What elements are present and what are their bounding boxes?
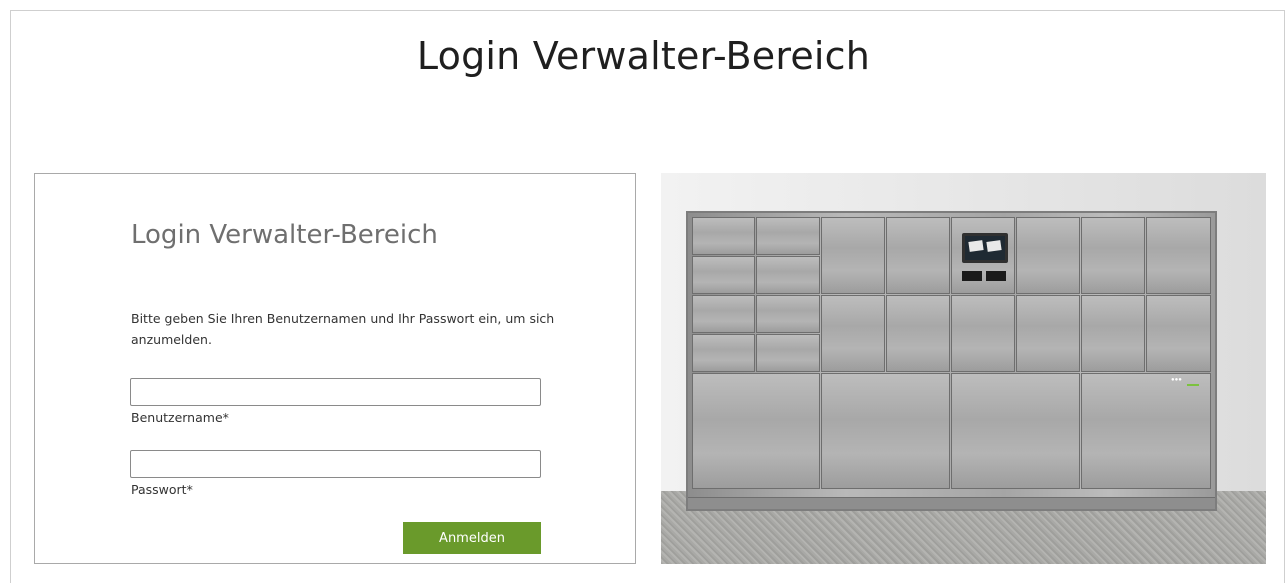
locker-door	[951, 295, 1015, 372]
brand-logo: ●●●	[1171, 377, 1201, 386]
locker-door	[1081, 295, 1145, 372]
locker-door	[1146, 295, 1211, 372]
locker-door	[821, 295, 885, 372]
locker-base	[688, 497, 1215, 509]
locker-door	[692, 334, 755, 372]
password-input[interactable]	[130, 450, 541, 478]
login-button[interactable]: Anmelden	[403, 522, 541, 554]
locker-door	[692, 295, 755, 333]
locker-door	[1016, 217, 1080, 294]
locker-door	[951, 373, 1080, 489]
locker-door	[1016, 295, 1080, 372]
username-label: Benutzername*	[131, 410, 229, 425]
page-title: Login Verwalter-Bereich	[416, 34, 871, 78]
parcel-locker-photo: ●●●	[661, 173, 1266, 564]
locker-cabinet: ●●●	[686, 211, 1217, 511]
locker-door	[821, 373, 950, 489]
locker-door	[1081, 373, 1211, 489]
locker-door	[1146, 217, 1211, 294]
locker-door	[692, 373, 820, 489]
terminal-screen	[962, 233, 1008, 263]
login-description: Bitte geben Sie Ihren Benutzernamen und …	[131, 311, 555, 347]
locker-door	[756, 295, 820, 333]
locker-door	[886, 295, 950, 372]
locker-door	[886, 217, 950, 294]
username-input[interactable]	[130, 378, 541, 406]
locker-door	[692, 256, 755, 294]
locker-door	[692, 217, 755, 255]
locker-door	[821, 217, 885, 294]
login-card-title: Login Verwalter-Bereich	[131, 220, 438, 250]
locker-door	[756, 217, 820, 255]
terminal-card-reader	[986, 271, 1006, 281]
password-label: Passwort*	[131, 482, 193, 497]
locker-door	[756, 256, 820, 294]
locker-door	[756, 334, 820, 372]
locker-door	[1081, 217, 1145, 294]
login-card: Login Verwalter-Bereich Bitte geben Sie …	[34, 173, 636, 564]
terminal-keypad	[962, 271, 982, 281]
